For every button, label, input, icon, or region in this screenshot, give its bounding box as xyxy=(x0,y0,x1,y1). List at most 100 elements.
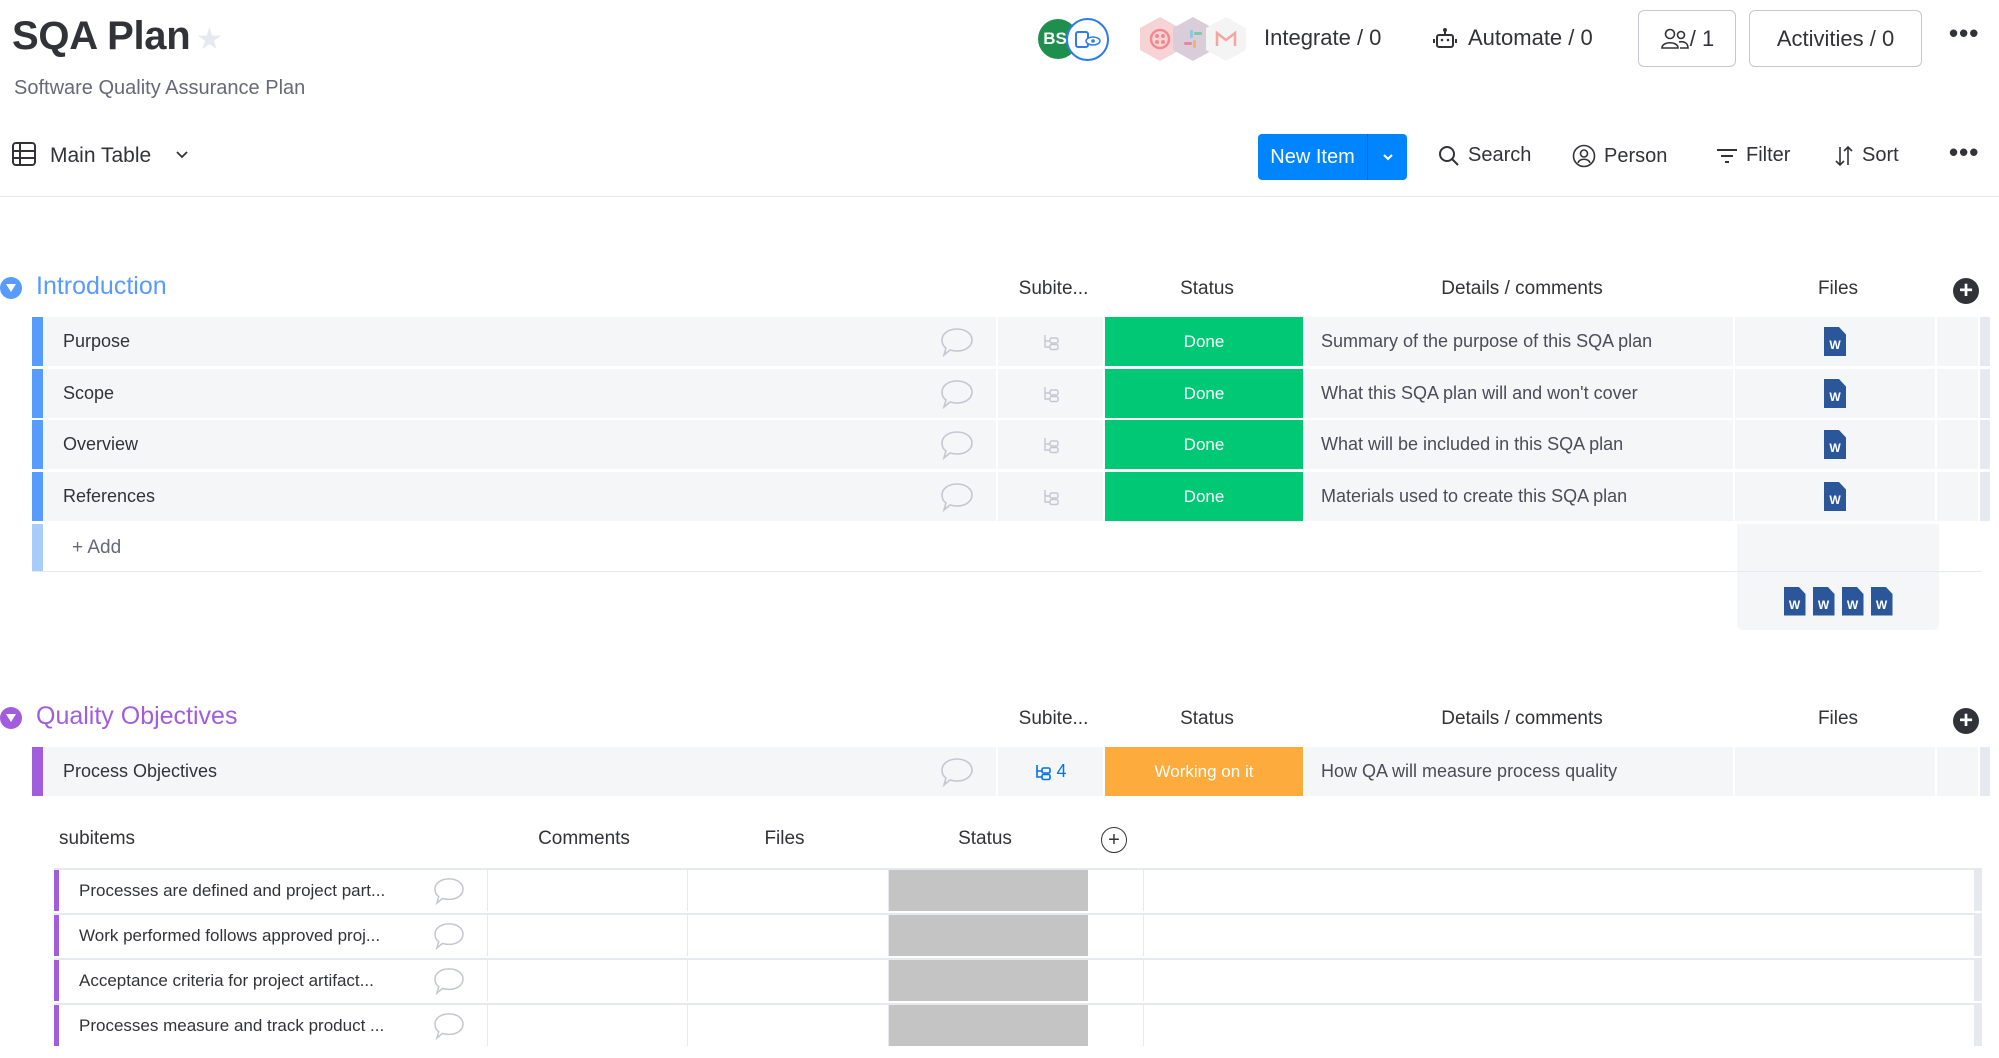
members-button[interactable]: / 1 xyxy=(1638,10,1736,67)
board-menu-icon[interactable]: ••• xyxy=(1949,18,1979,49)
group-title-quality-objectives[interactable]: Quality Objectives xyxy=(36,702,237,731)
subitem-comments-cell[interactable] xyxy=(488,915,688,956)
status-cell[interactable]: Done xyxy=(1105,369,1305,418)
star-icon[interactable]: ★ xyxy=(196,22,223,57)
table-row[interactable]: Process Objectives 4 Working on it How Q… xyxy=(32,747,1990,796)
word-file-icon[interactable]: W xyxy=(1870,586,1893,616)
scrollbar[interactable] xyxy=(1980,747,1990,796)
comment-bubble-icon[interactable] xyxy=(940,327,974,357)
add-column-button[interactable]: + xyxy=(1953,278,1979,304)
subitems-column-files[interactable]: Files xyxy=(684,828,885,850)
scrollbar[interactable] xyxy=(1980,317,1990,366)
subitem-files-cell[interactable] xyxy=(688,960,889,1001)
table-row[interactable]: Purpose Done Summary of the purpose of t… xyxy=(32,317,1990,366)
table-row[interactable]: Scope Done What this SQA plan will and w… xyxy=(32,369,1990,418)
subitem-status-cell[interactable] xyxy=(889,915,1089,956)
subitem-comments-cell[interactable] xyxy=(488,960,688,1001)
subitem-comments-cell[interactable] xyxy=(488,1005,688,1046)
files-cell[interactable]: W xyxy=(1735,472,1937,521)
comment-bubble-icon[interactable] xyxy=(940,430,974,460)
files-cell[interactable]: W xyxy=(1735,317,1937,366)
subitems-cell[interactable] xyxy=(998,420,1105,469)
table-row[interactable]: References Done Materials used to create… xyxy=(32,472,1990,521)
status-cell[interactable]: Done xyxy=(1105,317,1305,366)
subitem-name-cell[interactable]: Work performed follows approved proj... xyxy=(59,915,488,956)
subitems-cell[interactable] xyxy=(998,472,1105,521)
automate-button[interactable]: Automate / 0 xyxy=(1468,25,1593,51)
details-cell[interactable]: Summary of the purpose of this SQA plan xyxy=(1305,317,1735,366)
group-collapse-toggle[interactable] xyxy=(0,707,22,729)
item-name-cell[interactable]: References xyxy=(43,472,998,521)
scrollbar[interactable] xyxy=(1980,369,1990,418)
subitem-row[interactable]: Acceptance criteria for project artifact… xyxy=(54,958,1982,1001)
person-filter-button[interactable]: Person xyxy=(1572,144,1667,168)
word-file-icon[interactable]: W xyxy=(1783,586,1806,616)
subitem-status-cell[interactable] xyxy=(889,870,1089,911)
new-item-label[interactable]: New Item xyxy=(1258,134,1368,180)
subitem-name-cell[interactable]: Processes are defined and project part..… xyxy=(59,870,488,911)
group-title-introduction[interactable]: Introduction xyxy=(36,272,167,301)
details-cell[interactable]: What will be included in this SQA plan xyxy=(1305,420,1735,469)
item-name-cell[interactable]: Purpose xyxy=(43,317,998,366)
column-header-files[interactable]: Files xyxy=(1737,708,1939,730)
column-header-status[interactable]: Status xyxy=(1107,278,1307,300)
comment-bubble-icon[interactable] xyxy=(433,967,465,995)
status-cell[interactable]: Working on it xyxy=(1105,747,1305,796)
comment-bubble-icon[interactable] xyxy=(433,877,465,905)
comment-bubble-icon[interactable] xyxy=(940,379,974,409)
subitem-files-cell[interactable] xyxy=(688,1005,889,1046)
add-item-input[interactable]: + Add xyxy=(43,524,1737,571)
status-cell[interactable]: Done xyxy=(1105,472,1305,521)
subitems-column-comments[interactable]: Comments xyxy=(484,828,684,850)
word-file-icon[interactable]: W xyxy=(1824,327,1846,356)
group-collapse-toggle[interactable] xyxy=(0,277,22,299)
files-cell[interactable] xyxy=(1735,747,1937,796)
integrate-button[interactable]: Integrate / 0 xyxy=(1264,25,1381,51)
subitems-column-status[interactable]: Status xyxy=(885,828,1085,850)
comment-bubble-icon[interactable] xyxy=(433,1012,465,1040)
subitem-name-cell[interactable]: Acceptance criteria for project artifact… xyxy=(59,960,488,1001)
word-file-icon[interactable]: W xyxy=(1841,586,1864,616)
filter-button[interactable]: Filter xyxy=(1716,144,1790,167)
chevron-down-icon[interactable] xyxy=(174,146,190,167)
column-header-files[interactable]: Files xyxy=(1737,278,1939,300)
subitem-row[interactable]: Work performed follows approved proj... xyxy=(54,913,1982,956)
column-header-details[interactable]: Details / comments xyxy=(1307,708,1737,730)
board-title[interactable]: SQA Plan xyxy=(12,14,191,59)
item-name-cell[interactable]: Scope xyxy=(43,369,998,418)
word-file-icon[interactable]: W xyxy=(1824,482,1846,511)
more-options-icon[interactable]: ••• xyxy=(1949,137,1979,168)
comment-bubble-icon[interactable] xyxy=(940,482,974,512)
column-header-status[interactable]: Status xyxy=(1107,708,1307,730)
details-cell[interactable]: Materials used to create this SQA plan xyxy=(1305,472,1735,521)
files-cell[interactable]: W xyxy=(1735,369,1937,418)
word-file-icon[interactable]: W xyxy=(1812,586,1835,616)
word-file-icon[interactable]: W xyxy=(1824,379,1846,408)
item-name-cell[interactable]: Process Objectives xyxy=(43,747,998,796)
comment-bubble-icon[interactable] xyxy=(433,922,465,950)
details-cell[interactable]: How QA will measure process quality xyxy=(1305,747,1735,796)
subitem-row[interactable]: Processes measure and track product ... xyxy=(54,1003,1982,1046)
subitem-files-cell[interactable] xyxy=(688,915,889,956)
subitem-row[interactable]: Processes are defined and project part..… xyxy=(54,868,1982,911)
add-subitem-column-button[interactable]: + xyxy=(1101,827,1127,853)
add-item-row[interactable]: + Add xyxy=(32,524,1982,572)
scrollbar[interactable] xyxy=(1980,420,1990,469)
subitems-cell[interactable] xyxy=(998,317,1105,366)
gmail-integration-icon[interactable] xyxy=(1206,17,1246,61)
subitems-cell[interactable]: 4 xyxy=(998,747,1105,796)
new-item-dropdown[interactable] xyxy=(1368,134,1407,180)
comment-bubble-icon[interactable] xyxy=(940,757,974,787)
activities-button[interactable]: Activities / 0 xyxy=(1749,10,1922,67)
word-file-icon[interactable]: W xyxy=(1824,430,1846,459)
column-header-subitems[interactable]: Subite... xyxy=(1000,278,1107,300)
subitems-cell[interactable] xyxy=(998,369,1105,418)
status-cell[interactable]: Done xyxy=(1105,420,1305,469)
subitem-comments-cell[interactable] xyxy=(488,870,688,911)
details-cell[interactable]: What this SQA plan will and won't cover xyxy=(1305,369,1735,418)
add-column-button[interactable]: + xyxy=(1953,708,1979,734)
subitem-status-cell[interactable] xyxy=(889,1005,1089,1046)
item-name-cell[interactable]: Overview xyxy=(43,420,998,469)
files-cell[interactable]: W xyxy=(1735,420,1937,469)
column-header-details[interactable]: Details / comments xyxy=(1307,278,1737,300)
